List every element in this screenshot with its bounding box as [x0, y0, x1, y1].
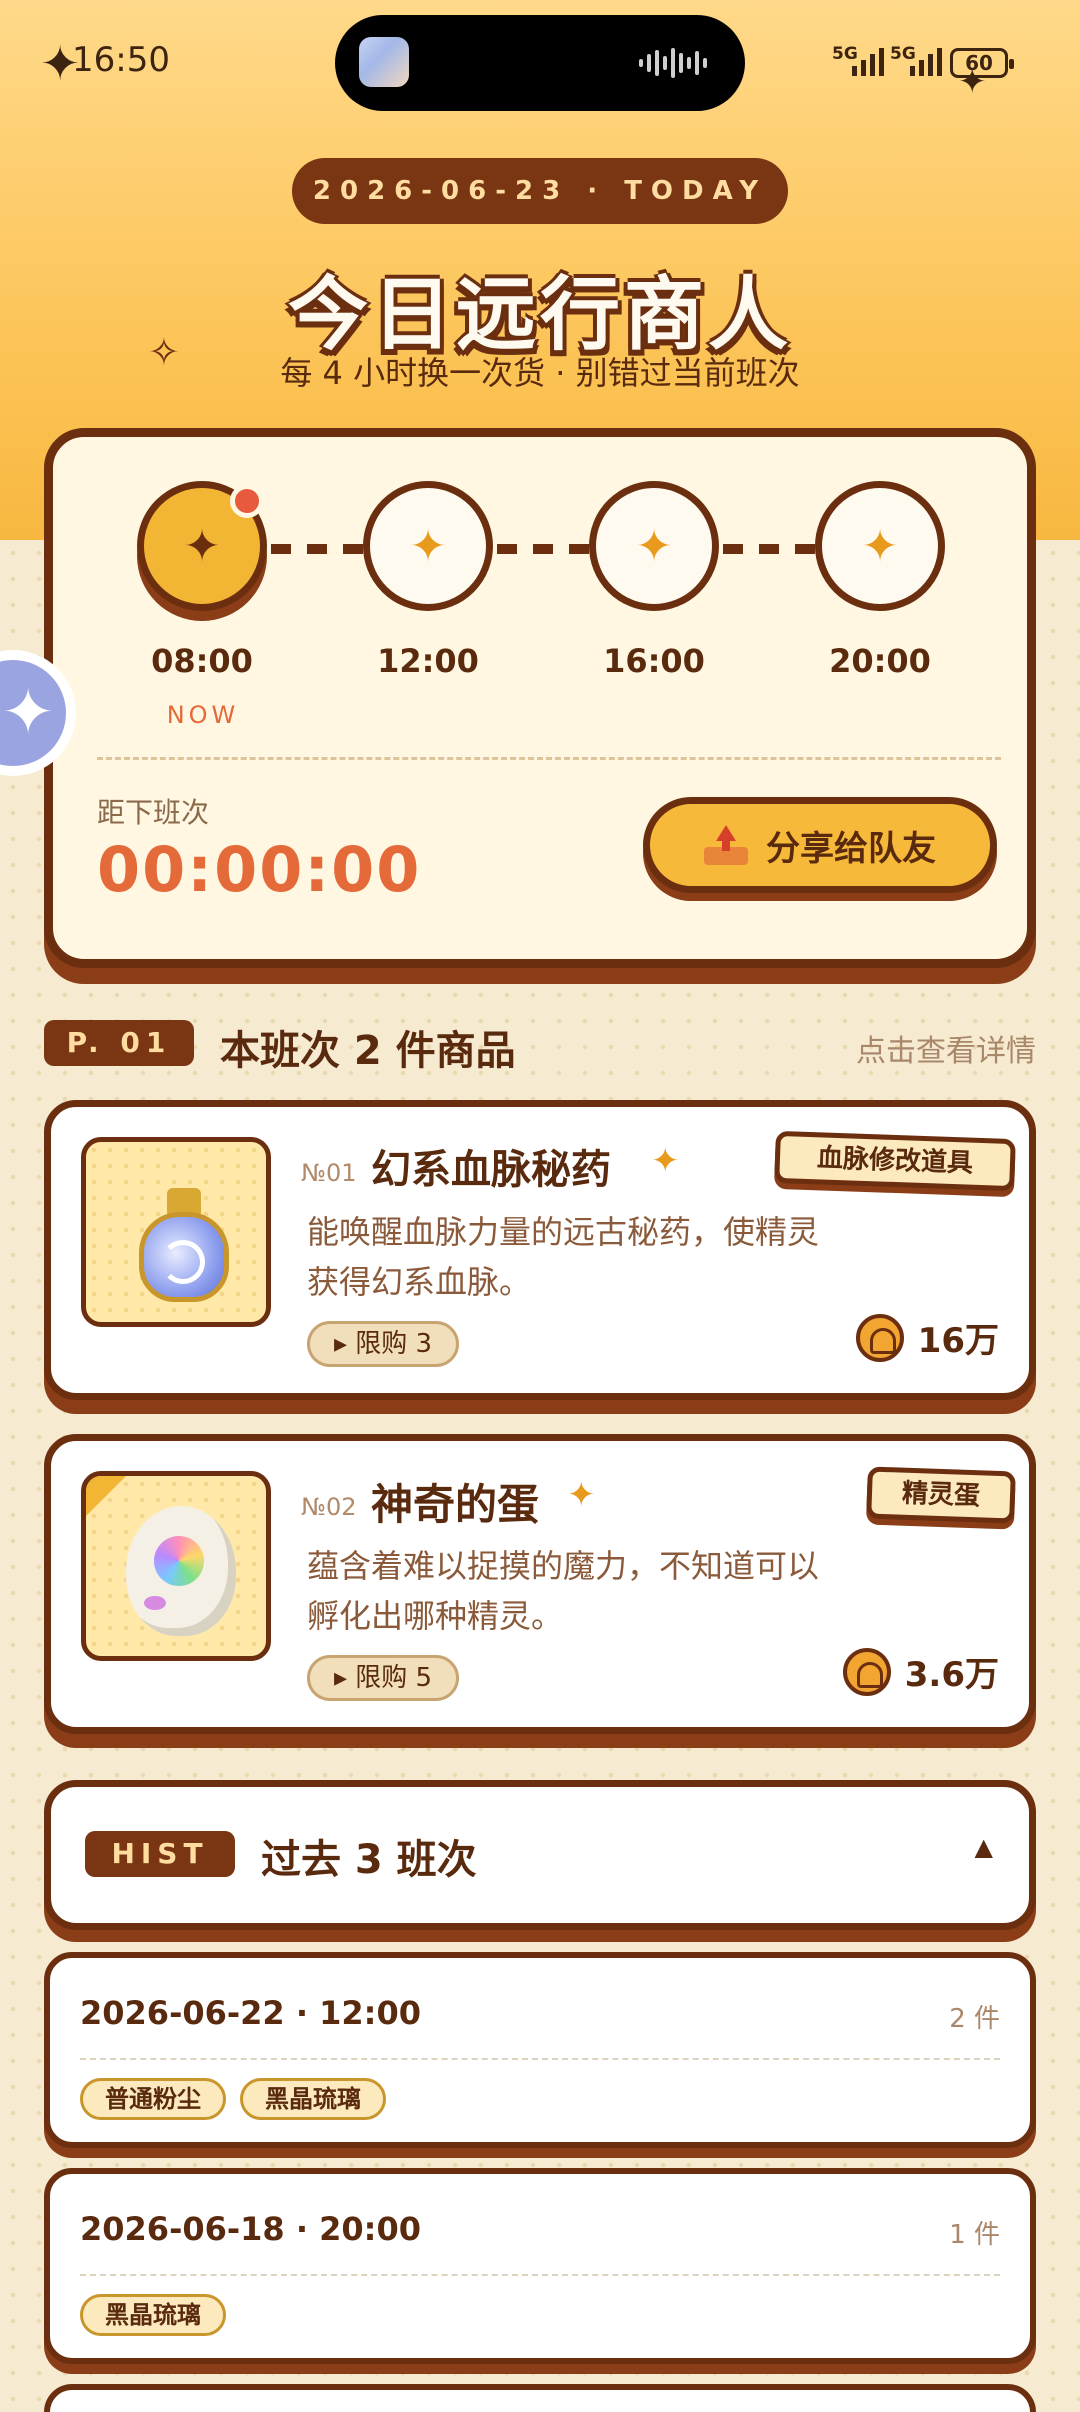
sparkle-icon: ✦	[651, 1141, 680, 1181]
sparkle-icon: ✦	[635, 520, 673, 572]
coin-icon	[855, 1313, 904, 1362]
price-value: 16万	[917, 1321, 999, 1361]
countdown-timer: 00:00:00	[97, 833, 422, 906]
corner-ribbon	[86, 1476, 126, 1516]
timeline-connector	[723, 544, 823, 554]
item-number: №01	[301, 1159, 357, 1187]
purchase-limit: ▸ 限购 3	[307, 1321, 459, 1367]
divider	[97, 757, 1001, 760]
category-tag: 精灵蛋	[866, 1466, 1016, 1524]
item-description: 蕴含着难以捉摸的魔力，不知道可以 孵化出哪种精灵。	[307, 1541, 867, 1641]
item-description-line: 获得幻系血脉。	[307, 1263, 532, 1301]
sparkle-icon: ✦	[958, 62, 987, 102]
slot-1600[interactable]: ✦	[589, 481, 719, 611]
sparkle-icon: ✦	[567, 1475, 596, 1515]
collapse-icon: ▲	[974, 1833, 993, 1861]
slot-2000[interactable]: ✦	[815, 481, 945, 611]
page-subtitle: 每 4 小时换一次货 · 别错过当前班次	[280, 354, 800, 392]
notification-dot	[230, 484, 264, 518]
history-toggle[interactable]: HIST 过去 3 班次 ▲	[44, 1780, 1036, 1930]
slot-time: 08:00	[151, 642, 253, 680]
sparkle-icon: ✦	[183, 520, 221, 572]
item-number: №02	[301, 1493, 357, 1521]
page-pill: P. 01	[44, 1020, 194, 1066]
item-card[interactable]: №02 神奇的蛋 ✦ 精灵蛋 蕴含着难以捉摸的魔力，不知道可以 孵化出哪种精灵。…	[44, 1434, 1036, 1734]
item-thumbnail	[81, 1137, 271, 1327]
next-shift-label: 距下班次	[97, 796, 210, 829]
timeline-connector	[271, 544, 371, 554]
history-chips: 普通粉尘 黑晶琉璃	[80, 2078, 386, 2120]
schedule-card: ✦ ✦ ✦ ✦ 08:00 12:00 16:00 20:00 NOW 距下班次…	[44, 428, 1036, 968]
sparkle-icon: ✦	[861, 520, 899, 572]
coin-icon	[842, 1647, 891, 1696]
item-description: 能唤醒血脉力量的远古秘药，使精灵 获得幻系血脉。	[307, 1207, 867, 1307]
now-label: NOW	[166, 701, 240, 729]
item-price: 16万	[855, 1313, 999, 1362]
share-button[interactable]: 分享给队友	[643, 797, 997, 893]
item-chip: 黑晶琉璃	[80, 2294, 226, 2336]
item-price: 3.6万	[842, 1647, 999, 1696]
date-pill: 2026-06-23 · TODAY	[292, 158, 788, 224]
slot-0800[interactable]: ✦	[137, 481, 267, 611]
slot-1200[interactable]: ✦	[363, 481, 493, 611]
dynamic-island[interactable]	[335, 15, 745, 111]
history-pill: HIST	[85, 1831, 235, 1877]
history-date: 2026-06-18 · 20:00	[80, 2210, 421, 2248]
upload-icon	[704, 825, 748, 865]
signal-icon	[852, 46, 884, 76]
sparkle-icon: ✦	[409, 520, 447, 572]
signal-icon	[910, 46, 942, 76]
history-date: 2026-06-22 · 12:00	[80, 1994, 421, 2032]
assistant-icon: ✦	[0, 660, 66, 766]
item-description-line: 孵化出哪种精灵。	[307, 1597, 564, 1635]
section-title: 本班次 2 件商品	[220, 1028, 516, 1074]
app-avatar-icon	[359, 37, 409, 87]
item-thumbnail	[81, 1471, 271, 1661]
slot-time: 20:00	[829, 642, 931, 680]
divider	[80, 2058, 1000, 2060]
purchase-limit: ▸ 限购 5	[307, 1655, 459, 1701]
item-chip: 普通粉尘	[80, 2078, 226, 2120]
status-time: 16:50	[72, 40, 170, 80]
timeline-connector	[497, 544, 597, 554]
share-button-label: 分享给队友	[766, 828, 936, 869]
potion-icon	[131, 1182, 241, 1302]
status-bar: ✦ 16:50 5G 5G 60 ✦	[0, 0, 1080, 120]
egg-icon	[126, 1506, 236, 1636]
slot-time: 12:00	[377, 642, 479, 680]
history-count: 2 件	[949, 2004, 1000, 2034]
item-description-line: 蕴含着难以捉摸的魔力，不知道可以	[307, 1547, 820, 1585]
item-chip: 黑晶琉璃	[240, 2078, 386, 2120]
category-tag: 血脉修改道具	[774, 1130, 1016, 1192]
slot-time: 16:00	[603, 642, 705, 680]
price-value: 3.6万	[904, 1655, 999, 1695]
item-card[interactable]: №01 幻系血脉秘药 ✦ 血脉修改道具 能唤醒血脉力量的远古秘药，使精灵 获得幻…	[44, 1100, 1036, 1400]
item-name: 神奇的蛋	[371, 1480, 540, 1529]
item-name: 幻系血脉秘药	[371, 1147, 611, 1193]
history-row[interactable]: 2026-06-22 · 12:00 2 件 普通粉尘 黑晶琉璃	[44, 1952, 1036, 2148]
history-row[interactable]	[44, 2384, 1036, 2412]
audio-wave-icon	[639, 47, 719, 79]
history-row[interactable]: 2026-06-18 · 20:00 1 件 黑晶琉璃	[44, 2168, 1036, 2364]
history-count: 1 件	[949, 2220, 1000, 2250]
item-description-line: 能唤醒血脉力量的远古秘药，使精灵	[307, 1213, 820, 1251]
divider	[80, 2274, 1000, 2276]
history-title: 过去 3 班次	[261, 1837, 477, 1883]
history-chips: 黑晶琉璃	[80, 2294, 226, 2336]
details-link[interactable]: 点击查看详情	[856, 1026, 1036, 1070]
